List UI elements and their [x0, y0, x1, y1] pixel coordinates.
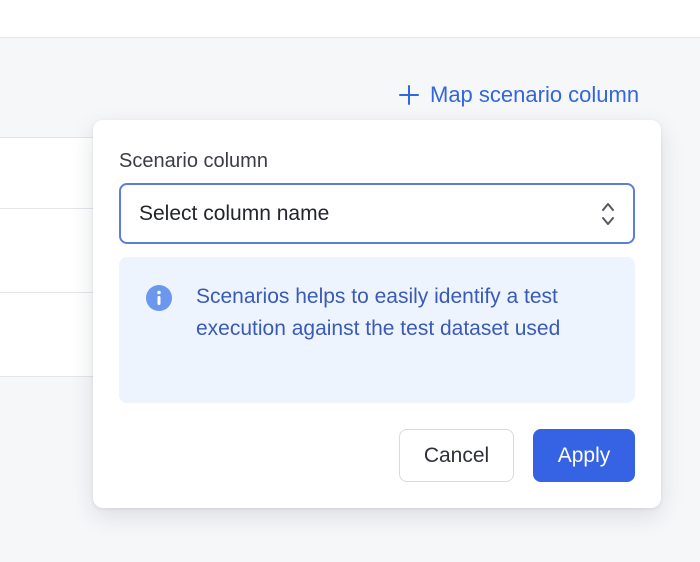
apply-button[interactable]: Apply — [533, 429, 635, 482]
scenario-column-label: Scenario column — [119, 150, 268, 172]
top-bar — [0, 0, 700, 38]
scenario-column-popover: Scenario column Select column name Scena… — [93, 120, 661, 508]
info-icon — [145, 284, 173, 317]
info-callout-text: Scenarios helps to easily identify a tes… — [196, 285, 561, 340]
column-name-select-value: Select column name — [139, 201, 330, 225]
cancel-button[interactable]: Cancel — [399, 429, 514, 482]
column-name-select[interactable]: Select column name — [119, 183, 635, 244]
map-scenario-column-button[interactable]: Map scenario column — [398, 80, 639, 110]
map-scenario-column-label: Map scenario column — [430, 82, 640, 107]
plus-icon — [398, 84, 420, 106]
chevron-up-down-icon — [601, 200, 615, 233]
info-callout: Scenarios helps to easily identify a tes… — [119, 257, 635, 403]
